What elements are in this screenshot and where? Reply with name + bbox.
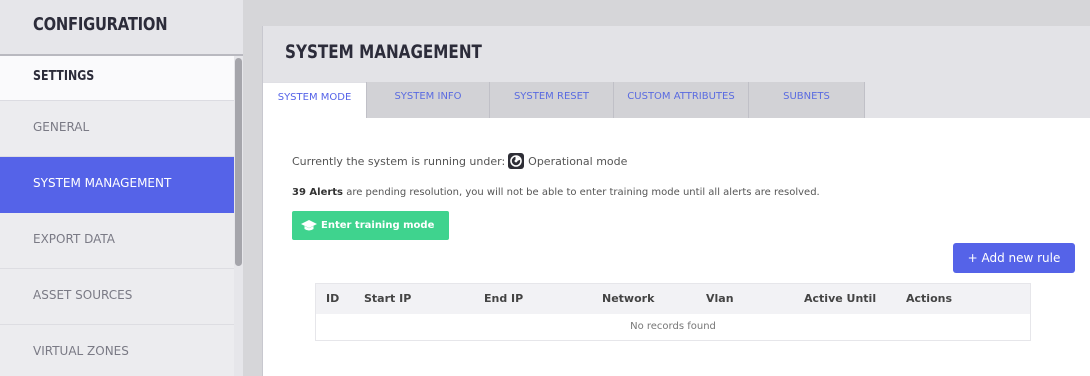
main-header: SYSTEM MANAGEMENT <box>263 26 1090 82</box>
sidebar-section-label: SETTINGS <box>33 69 95 84</box>
sidebar-item-label: VIRTUAL ZONES <box>33 344 129 358</box>
sidebar-item-label: EXPORT DATA <box>33 232 116 246</box>
tab-label: SYSTEM RESET <box>513 91 590 102</box>
alerts-count[interactable]: 39 Alerts <box>292 187 343 198</box>
alerts-message: 39 Alerts are pending resolution, you wi… <box>292 187 820 198</box>
sidebar-item-virtual-zones[interactable]: VIRTUAL ZONES <box>0 325 234 376</box>
sidebar-item-asset-sources[interactable]: ASSET SOURCES <box>0 269 234 325</box>
alerts-message-text: are pending resolution, you will not be … <box>343 187 820 198</box>
column-header-active-until[interactable]: Active Until <box>804 292 876 305</box>
page-title-text: SYSTEM MANAGEMENT <box>285 41 482 63</box>
tab-subnets[interactable]: SUBNETS <box>748 82 865 118</box>
sidebar-scrollbar-thumb[interactable] <box>235 58 242 266</box>
tab-label: CUSTOM ATTRIBUTES <box>627 91 735 102</box>
tab-system-reset[interactable]: SYSTEM RESET <box>489 82 613 118</box>
mode-label: Operational mode <box>528 154 628 168</box>
tab-content-system-mode: Currently the system is running under: O… <box>263 118 1090 376</box>
operational-mode-icon <box>508 153 525 169</box>
sidebar-title: CONFIGURATION <box>0 0 243 56</box>
sidebar-item-label: SYSTEM MANAGEMENT <box>33 176 172 190</box>
system-mode-status: Currently the system is running under: O… <box>292 153 627 169</box>
tab-custom-attributes[interactable]: CUSTOM ATTRIBUTES <box>613 82 748 118</box>
tab-label: SYSTEM INFO <box>394 91 462 102</box>
sidebar-item-label: ASSET SOURCES <box>33 288 133 302</box>
column-header-vlan[interactable]: Vlan <box>706 292 734 305</box>
table-header: ID Start IP End IP Network Vlan Active U… <box>316 284 1030 314</box>
table-empty-message: No records found <box>630 321 716 332</box>
add-new-rule-button[interactable]: + Add new rule <box>953 243 1075 273</box>
column-header-start-ip[interactable]: Start IP <box>364 292 411 305</box>
page-title: SYSTEM MANAGEMENT <box>285 41 531 63</box>
tab-bar: SYSTEM MODE SYSTEM INFO SYSTEM RESET CUS… <box>263 82 1090 118</box>
sidebar-item-export-data[interactable]: EXPORT DATA <box>0 213 234 269</box>
training-button-label: Enter training mode <box>321 220 435 231</box>
column-header-id[interactable]: ID <box>326 292 339 305</box>
enter-training-mode-button[interactable]: Enter training mode <box>292 211 449 240</box>
tab-system-mode[interactable]: SYSTEM MODE <box>263 82 366 118</box>
sidebar-title-text: CONFIGURATION <box>33 14 168 35</box>
add-rule-button-label: + Add new rule <box>967 251 1061 265</box>
tab-system-info[interactable]: SYSTEM INFO <box>366 82 489 118</box>
tab-label: SYSTEM MODE <box>277 92 352 103</box>
graduation-cap-icon <box>301 219 317 230</box>
sidebar-section-settings[interactable]: SETTINGS <box>0 56 234 101</box>
column-header-actions: Actions <box>906 292 952 305</box>
sidebar-item-general[interactable]: GENERAL <box>0 101 234 157</box>
rules-table: ID Start IP End IP Network Vlan Active U… <box>315 283 1031 341</box>
tab-label: SUBNETS <box>783 91 830 102</box>
column-header-end-ip[interactable]: End IP <box>484 292 523 305</box>
mode-prefix-text: Currently the system is running under: <box>292 154 506 168</box>
column-header-network[interactable]: Network <box>602 292 654 305</box>
sidebar-item-system-management[interactable]: SYSTEM MANAGEMENT <box>0 157 234 213</box>
sidebar: CONFIGURATION SETTINGS GENERAL SYSTEM MA… <box>0 0 243 376</box>
sidebar-item-label: GENERAL <box>33 120 90 134</box>
main-panel: SYSTEM MANAGEMENT SYSTEM MODE SYSTEM INF… <box>262 26 1090 376</box>
